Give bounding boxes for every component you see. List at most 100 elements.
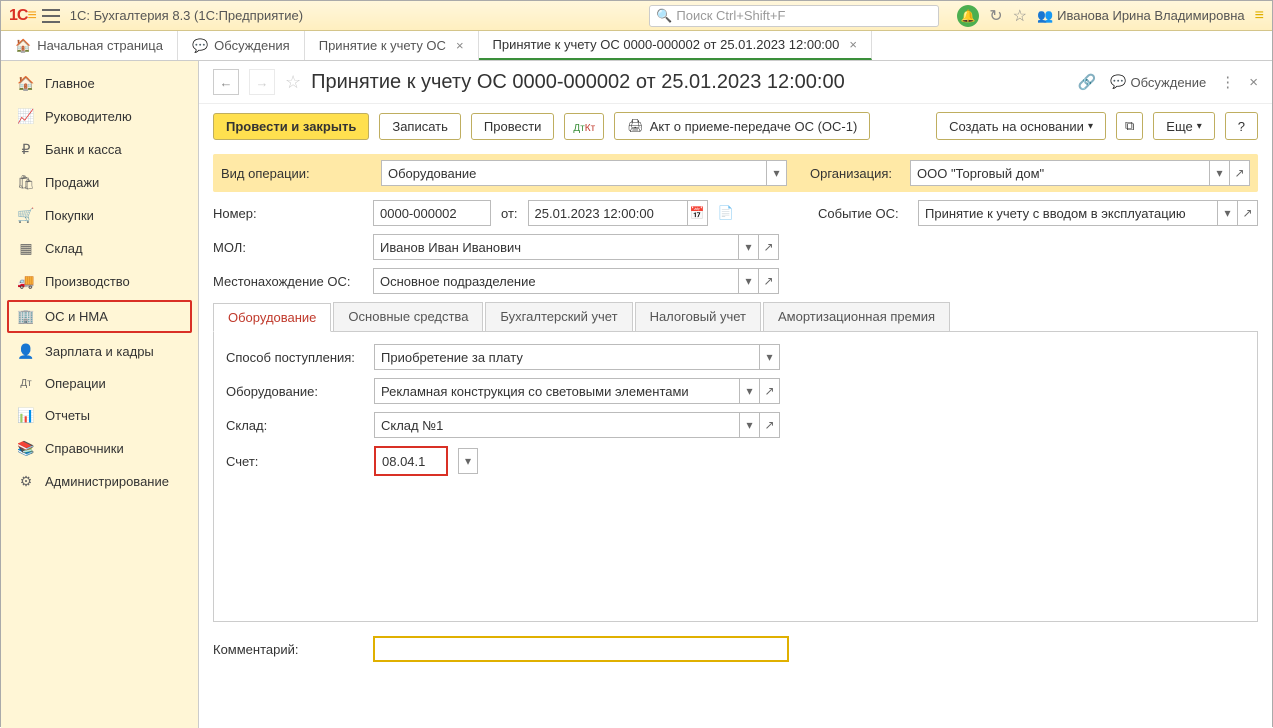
sidebar-item-main[interactable]: 🏠Главное bbox=[1, 67, 198, 100]
user-menu[interactable]: 👥 Иванова Ирина Владимировна bbox=[1037, 8, 1245, 24]
open-icon[interactable]: ↗ bbox=[1238, 200, 1258, 226]
warehouse-value: Склад №1 bbox=[381, 418, 443, 433]
tab-home[interactable]: 🏠 Начальная страница bbox=[1, 31, 178, 60]
subtab-premium[interactable]: Амортизационная премия bbox=[763, 302, 950, 331]
dtkt-button[interactable]: ДтКт bbox=[564, 113, 604, 140]
post-button[interactable]: Провести bbox=[471, 113, 555, 140]
home-icon: 🏠 bbox=[17, 75, 35, 92]
number-input[interactable]: 0000-000002 bbox=[373, 200, 491, 226]
tab-doc-current[interactable]: Принятие к учету ОС 0000-000002 от 25.01… bbox=[479, 31, 872, 60]
calendar-icon[interactable]: 📅 bbox=[688, 200, 708, 226]
subtab-equipment[interactable]: Оборудование bbox=[213, 303, 331, 332]
sidebar-item-assets[interactable]: 🏢ОС и НМА bbox=[7, 300, 192, 333]
favorite-star-icon[interactable]: ☆ bbox=[285, 72, 301, 93]
settings-bars-icon[interactable]: ≡ bbox=[1255, 7, 1264, 25]
mol-row: МОЛ: Иванов Иван Иванович ▾ ↗ bbox=[213, 234, 1258, 260]
op-type-row: Вид операции: Оборудование ▾ Организация… bbox=[213, 154, 1258, 192]
mol-value: Иванов Иван Иванович bbox=[380, 240, 521, 255]
print-act-button[interactable]: 🖨 Акт о приеме-передаче ОС (ОС-1) bbox=[614, 112, 870, 140]
search-icon: 🔍 bbox=[656, 8, 672, 24]
dropdown-icon[interactable]: ▾ bbox=[739, 234, 759, 260]
chart-icon: 📈 bbox=[17, 108, 35, 125]
close-icon[interactable]: × bbox=[849, 37, 857, 52]
subtab-accounting[interactable]: Бухгалтерский учет bbox=[485, 302, 632, 331]
structure-button[interactable]: ⧉ bbox=[1116, 112, 1143, 140]
save-button[interactable]: Записать bbox=[379, 113, 461, 140]
close-icon[interactable]: × bbox=[456, 38, 464, 53]
open-icon[interactable]: ↗ bbox=[759, 234, 779, 260]
location-select[interactable]: Основное подразделение bbox=[373, 268, 739, 294]
star-icon[interactable]: ☆ bbox=[1013, 6, 1027, 26]
sidebar-item-refs[interactable]: 📚Справочники bbox=[1, 432, 198, 465]
date-input[interactable]: 25.01.2023 12:00:00 bbox=[528, 200, 688, 226]
tab-label: Начальная страница bbox=[37, 38, 163, 53]
sidebar-item-hr[interactable]: 👤Зарплата и кадры bbox=[1, 335, 198, 368]
mol-select[interactable]: Иванов Иван Иванович bbox=[373, 234, 739, 260]
warehouse-select[interactable]: Склад №1 bbox=[374, 412, 740, 438]
more-button[interactable]: Еще ▾ bbox=[1153, 112, 1214, 140]
dropdown-icon[interactable]: ▾ bbox=[740, 412, 760, 438]
forward-button[interactable]: → bbox=[249, 69, 275, 95]
sidebar-item-sales[interactable]: 🛍Продажи bbox=[1, 166, 198, 199]
search-input[interactable]: 🔍 Поиск Ctrl+Shift+F bbox=[649, 5, 939, 27]
sidebar-item-chief[interactable]: 📈 Руководителю bbox=[1, 100, 198, 133]
dropdown-icon[interactable]: ▾ bbox=[740, 378, 760, 404]
more-icon[interactable]: ⋮ bbox=[1220, 73, 1235, 91]
link-icon[interactable]: 🔗 bbox=[1078, 73, 1097, 91]
dropdown-icon[interactable]: ▾ bbox=[767, 160, 787, 186]
open-icon[interactable]: ↗ bbox=[759, 268, 779, 294]
account-input[interactable]: 08.04.1 bbox=[376, 448, 446, 474]
back-button[interactable]: ← bbox=[213, 69, 239, 95]
comment-input[interactable] bbox=[373, 636, 789, 662]
sidebar-item-reports[interactable]: 📊Отчеты bbox=[1, 399, 198, 432]
discussion-button[interactable]: 💬 Обсуждение bbox=[1110, 74, 1206, 90]
home-icon: 🏠 bbox=[15, 38, 31, 54]
mol-label: МОЛ: bbox=[213, 240, 363, 255]
org-select[interactable]: ООО "Торговый дом" bbox=[910, 160, 1210, 186]
help-button[interactable]: ? bbox=[1225, 112, 1258, 140]
dropdown-icon[interactable]: ▾ bbox=[1210, 160, 1230, 186]
sidebar-item-production[interactable]: 🚚Производство bbox=[1, 265, 198, 298]
top-icons: 🔔 ↻ ☆ 👥 Иванова Ирина Владимировна ≡ bbox=[957, 5, 1264, 27]
sidebar-item-warehouse[interactable]: ▦Склад bbox=[1, 232, 198, 265]
tab-doc-list[interactable]: Принятие к учету ОС × bbox=[305, 31, 479, 60]
subtab-tax[interactable]: Налоговый учет bbox=[635, 302, 761, 331]
sidebar-item-purchases[interactable]: 🛒Покупки bbox=[1, 199, 198, 232]
gear-icon: ⚙ bbox=[17, 473, 35, 490]
sidebar: 🏠Главное 📈 Руководителю ₽ Банк и касса 🛍Пр… bbox=[1, 61, 199, 728]
open-icon[interactable]: ↗ bbox=[760, 412, 780, 438]
method-select[interactable]: Приобретение за плату bbox=[374, 344, 760, 370]
create-based-button[interactable]: Создать на основании ▾ bbox=[936, 112, 1106, 140]
user-icon: 👥 bbox=[1037, 8, 1053, 24]
tab-discussions[interactable]: 💬 Обсуждения bbox=[178, 31, 305, 60]
dropdown-icon[interactable]: ▾ bbox=[739, 268, 759, 294]
history-icon[interactable]: ↻ bbox=[989, 6, 1002, 26]
dropdown-icon[interactable]: ▾ bbox=[458, 448, 478, 474]
chevron-down-icon: ▾ bbox=[1088, 121, 1093, 132]
menu-icon[interactable] bbox=[42, 9, 60, 23]
ruble-icon: ₽ bbox=[17, 141, 35, 158]
sidebar-item-operations[interactable]: ДтОперации bbox=[1, 368, 198, 399]
subtab-assets[interactable]: Основные средства bbox=[333, 302, 483, 331]
equipment-select[interactable]: Рекламная конструкция со световыми элеме… bbox=[374, 378, 740, 404]
dropdown-icon[interactable]: ▾ bbox=[760, 344, 780, 370]
notifications-icon[interactable]: 🔔 bbox=[957, 5, 979, 27]
account-value: 08.04.1 bbox=[382, 454, 425, 469]
location-label: Местонахождение ОС: bbox=[213, 274, 363, 289]
cart-icon: 🛒 bbox=[17, 207, 35, 224]
post-and-close-button[interactable]: Провести и закрыть bbox=[213, 113, 369, 140]
open-icon[interactable]: ↗ bbox=[1230, 160, 1250, 186]
sidebar-item-label: Операции bbox=[45, 376, 106, 391]
sidebar-item-admin[interactable]: ⚙Администрирование bbox=[1, 465, 198, 498]
equipment-value: Рекламная конструкция со световыми элеме… bbox=[381, 384, 689, 399]
grid-icon: ▦ bbox=[17, 240, 35, 257]
op-type-select[interactable]: Оборудование bbox=[381, 160, 767, 186]
event-select[interactable]: Принятие к учету с вводом в эксплуатацию bbox=[918, 200, 1218, 226]
sidebar-item-bank[interactable]: ₽ Банк и касса bbox=[1, 133, 198, 166]
sidebar-item-label: Руководителю bbox=[45, 109, 132, 124]
sidebar-item-label: Банк и касса bbox=[45, 142, 122, 157]
close-icon[interactable]: × bbox=[1249, 74, 1258, 91]
comment-row: Комментарий: bbox=[199, 628, 1272, 670]
open-icon[interactable]: ↗ bbox=[760, 378, 780, 404]
dropdown-icon[interactable]: ▾ bbox=[1218, 200, 1238, 226]
